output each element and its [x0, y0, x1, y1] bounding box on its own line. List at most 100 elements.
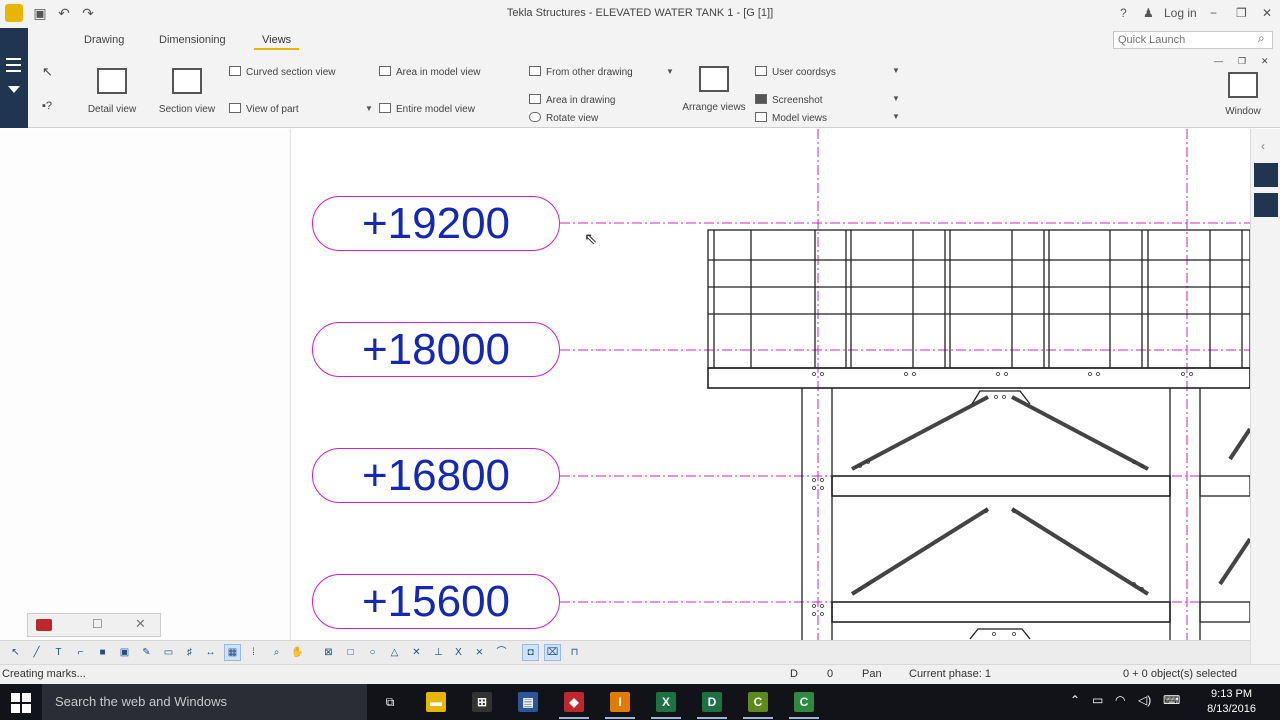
hamburger-menu-icon[interactable]: [6, 58, 21, 76]
window-icon: [1228, 72, 1258, 98]
level-label-15600[interactable]: +15600: [312, 574, 560, 629]
snap-triangle-icon[interactable]: △: [386, 644, 403, 661]
snap-override-icon[interactable]: ⊓: [566, 644, 583, 661]
snap-points-icon[interactable]: ⁞: [245, 644, 262, 661]
collapse-arrow-icon[interactable]: [8, 86, 20, 93]
frame-tool-icon[interactable]: ▣: [116, 644, 133, 661]
taskbar-search-box[interactable]: Search the web and Windows: [42, 684, 367, 720]
windows-start-icon[interactable]: [11, 693, 31, 713]
catalog-icon[interactable]: [1254, 163, 1278, 187]
doc-restore-button[interactable]: ❐: [1238, 56, 1246, 67]
login-button[interactable]: Log in: [1164, 6, 1197, 20]
dimension-tool-icon[interactable]: ↔: [202, 644, 219, 661]
battery-icon[interactable]: ▭: [1092, 693, 1103, 707]
detail-view-button[interactable]: Detail view: [83, 68, 141, 115]
help-button[interactable]: ?: [1120, 6, 1127, 20]
tab-dimensioning[interactable]: Dimensioning: [159, 34, 226, 46]
snap-x-icon[interactable]: ✕: [408, 644, 425, 661]
model-views-button[interactable]: Model views: [755, 112, 827, 124]
drawing-canvas[interactable]: +19200 +18000 +16800 +15600 ⇖: [0, 129, 1250, 664]
text-tool-icon[interactable]: T: [50, 644, 67, 661]
window-button[interactable]: Window: [1218, 72, 1268, 117]
snap-intersection-icon[interactable]: ⨯: [471, 644, 488, 661]
entire-model-view-button[interactable]: Entire model view: [379, 103, 475, 115]
app-d-taskbar-icon[interactable]: D: [702, 692, 722, 712]
select-help-icon[interactable]: ▪?: [42, 100, 52, 112]
snap-square-icon[interactable]: □: [342, 644, 359, 661]
file-explorer-taskbar-icon[interactable]: ▬: [426, 692, 446, 712]
grid-lines: [560, 129, 1250, 664]
tab-views[interactable]: Views: [254, 34, 300, 50]
close-button[interactable]: ✕: [1262, 6, 1272, 20]
snap-perpendicular-icon[interactable]: ⊥: [430, 644, 447, 661]
view-of-part-button[interactable]: View of part: [229, 103, 299, 115]
app-c2-taskbar-icon[interactable]: C: [794, 692, 814, 712]
doc-minimize-button[interactable]: —: [1214, 56, 1223, 66]
snap-grid-icon[interactable]: ▦: [224, 644, 241, 661]
leader-tool-icon[interactable]: ⌐: [72, 644, 89, 661]
from-other-drawing-button[interactable]: From other drawing: [529, 66, 633, 78]
model-views-dropdown-icon[interactable]: ▼: [892, 112, 900, 121]
close-icon[interactable]: ✕: [135, 616, 146, 632]
curved-section-view-button[interactable]: Curved section view: [229, 66, 335, 78]
grid-tool-icon[interactable]: ♯: [181, 644, 198, 661]
quick-launch-input[interactable]: [1113, 31, 1273, 49]
minimize-button[interactable]: −: [1210, 6, 1217, 20]
wifi-icon[interactable]: ◠: [1115, 693, 1125, 707]
search-icon[interactable]: ⌕: [1258, 31, 1265, 46]
snap-center-icon[interactable]: ◘: [522, 644, 539, 661]
line-tool-icon[interactable]: ╱: [28, 644, 45, 661]
curved-section-view-label: Curved section view: [246, 67, 336, 78]
snap-curve-icon[interactable]: ⌒: [493, 644, 510, 661]
snap-midpoint-icon[interactable]: X: [450, 644, 467, 661]
pan-icon[interactable]: ✋: [289, 644, 306, 661]
user-coordsys-dropdown-icon[interactable]: ▼: [892, 66, 900, 75]
user-coordsys-button[interactable]: User coordsys: [755, 66, 836, 78]
snap-circle-icon[interactable]: ○: [364, 644, 381, 661]
tray-expand-icon[interactable]: ⌃: [1070, 693, 1080, 707]
keyboard-icon[interactable]: ⌨: [1163, 693, 1180, 707]
doc-close-button[interactable]: ✕: [1261, 56, 1269, 67]
arrange-views-button[interactable]: Arrange views: [678, 66, 750, 113]
drawing-toolbar: ↖ ╱ T ⌐ ■ ▣ ✎ ▭ ♯ ↔ ▦ ⁞ ⌕ ✋ ⊠ □ ○ △ ✕ ⊥ …: [0, 640, 1250, 664]
pencil-tool-icon[interactable]: ✎: [138, 644, 155, 661]
user-icon[interactable]: ♟: [1143, 6, 1154, 20]
model-views-label: Model views: [772, 113, 828, 124]
from-other-drawing-dropdown-icon[interactable]: ▼: [666, 67, 674, 76]
expand-pane-icon[interactable]: ‹: [1261, 139, 1265, 153]
tab-drawing[interactable]: Drawing: [84, 34, 124, 46]
tekla-taskbar-icon[interactable]: ◆: [564, 692, 584, 712]
notepad-taskbar-icon[interactable]: ▤: [518, 692, 538, 712]
fill-tool-icon[interactable]: ■: [94, 644, 111, 661]
apps-components-icon[interactable]: [1254, 193, 1278, 217]
zoom-icon[interactable]: ⌕: [268, 644, 285, 661]
maximize-icon[interactable]: ☐: [92, 617, 103, 631]
volume-icon[interactable]: ◁): [1138, 693, 1151, 707]
minimized-window[interactable]: ☐ ✕: [27, 613, 161, 637]
taskbar-clock[interactable]: 9:13 PM 8/13/2016: [1207, 687, 1256, 717]
illustrator-taskbar-icon[interactable]: I: [610, 692, 630, 712]
ribbon: Drawing Dimensioning Views ⌕ ↖ ▪? Detail…: [28, 28, 1280, 128]
app-c1-taskbar-icon[interactable]: C: [748, 692, 768, 712]
snap-cross-icon[interactable]: ⊠: [320, 644, 337, 661]
restore-button[interactable]: ❐: [1236, 6, 1247, 20]
pointer-tool-icon[interactable]: ↖: [7, 644, 24, 661]
store-taskbar-icon[interactable]: ⊞: [472, 692, 492, 712]
area-in-model-view-button[interactable]: Area in model view: [379, 66, 480, 78]
snap-extents-icon[interactable]: ⌧: [544, 644, 561, 661]
level-label-19200[interactable]: +19200: [312, 196, 560, 251]
rectangle-tool-icon[interactable]: ▭: [160, 644, 177, 661]
area-in-drawing-button[interactable]: Area in drawing: [529, 94, 615, 106]
screenshot-dropdown-icon[interactable]: ▼: [892, 94, 900, 103]
select-pointer-icon[interactable]: ↖: [42, 64, 53, 80]
rotate-view-button[interactable]: Rotate view: [529, 112, 598, 124]
excel-taskbar-icon[interactable]: X: [656, 692, 676, 712]
view-of-part-dropdown-icon[interactable]: ▼: [365, 104, 373, 113]
task-view-icon[interactable]: ⧉: [380, 692, 400, 712]
drawing-area[interactable]: [0, 129, 1250, 664]
section-view-button[interactable]: Section view: [155, 68, 219, 115]
screenshot-button[interactable]: Screenshot: [755, 94, 823, 106]
level-label-18000[interactable]: +18000: [312, 322, 560, 377]
level-label-16800[interactable]: +16800: [312, 448, 560, 503]
view-of-part-label: View of part: [246, 104, 299, 115]
